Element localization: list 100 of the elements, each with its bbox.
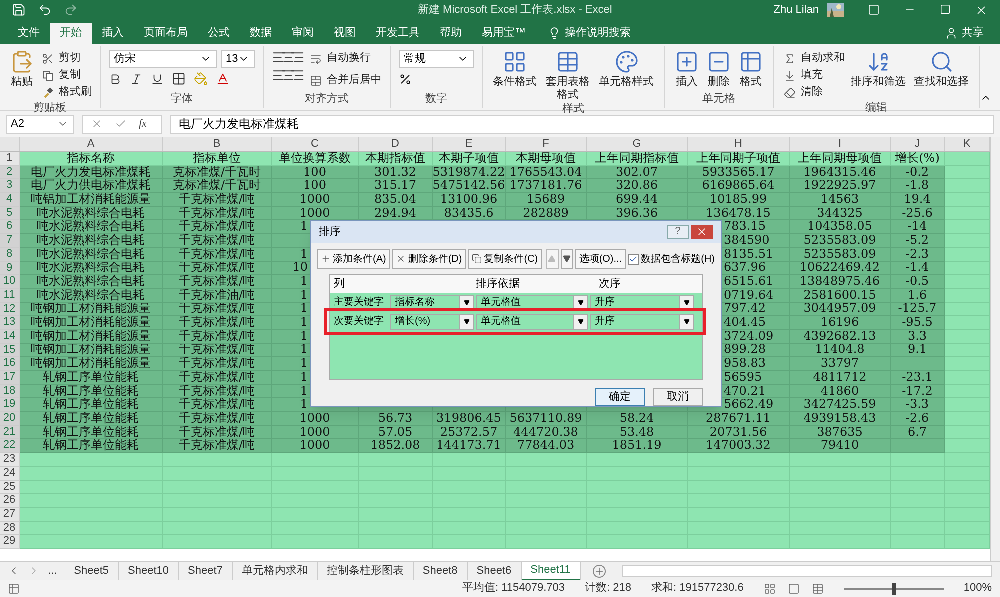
dropdown[interactable]: 升序 [590, 314, 694, 330]
check-icon[interactable] [115, 118, 127, 130]
dialog-toolbar-button[interactable]: 添加条件(A) [317, 249, 390, 269]
normal-view-icon[interactable] [764, 582, 776, 594]
bold-icon[interactable] [109, 72, 122, 86]
italic-icon[interactable] [130, 72, 143, 86]
column-header[interactable]: G [587, 137, 688, 151]
row-header[interactable]: 28 [0, 522, 20, 536]
column-header[interactable]: I [790, 137, 891, 151]
ribbon-tab[interactable]: 公式 [198, 23, 240, 44]
ribbon-tab[interactable]: 数据 [240, 23, 282, 44]
number-format-field[interactable]: 常规 [399, 50, 474, 68]
sheet-tab[interactable]: Sheet11 [522, 562, 581, 580]
row-header[interactable]: 10 [0, 275, 20, 289]
fill-color-icon[interactable] [194, 72, 208, 86]
row-header[interactable]: 26 [0, 494, 20, 508]
column-header[interactable]: E [433, 137, 506, 151]
editing-button[interactable]: 自动求和 [782, 50, 845, 67]
row-header[interactable]: 17 [0, 371, 20, 385]
move-down-button[interactable] [560, 249, 574, 269]
underline-icon[interactable] [151, 72, 164, 86]
row-header[interactable]: 2 [0, 166, 20, 180]
tell-me-field[interactable]: 操作说明搜索 [565, 25, 631, 42]
horizontal-scrollbar[interactable] [622, 565, 992, 577]
function-button[interactable]: fx [139, 116, 147, 132]
ribbon-tab[interactable]: 页面布局 [134, 23, 198, 44]
vertical-scrollbar[interactable] [990, 137, 1000, 561]
row-header[interactable]: 13 [0, 316, 20, 330]
row-header[interactable]: 23 [0, 453, 20, 467]
editing-button[interactable]: 查找和选择 [912, 50, 971, 89]
cells-button[interactable]: 格式 [737, 50, 765, 89]
alignment-button[interactable]: 自动换行 [308, 50, 382, 67]
formula-field[interactable]: 电厂火力发电标准煤耗 [170, 114, 994, 134]
ribbon-tab[interactable]: 易用宝™ [472, 23, 536, 44]
dialog-toolbar-button[interactable]: 复制条件(C) [468, 249, 542, 269]
style-button[interactable]: 套用表格格式 [543, 50, 593, 102]
column-header[interactable]: C [272, 137, 359, 151]
column-header[interactable]: F [506, 137, 587, 151]
column-header[interactable]: B [163, 137, 272, 151]
editing-button[interactable]: 清除 [782, 84, 845, 101]
font-size-field[interactable]: 13 [221, 50, 255, 68]
borders-icon[interactable] [172, 72, 186, 86]
clipboard-button[interactable]: 剪切 [40, 50, 92, 67]
percent-icon[interactable] [399, 73, 412, 86]
ribbon-tab[interactable]: 视图 [324, 23, 366, 44]
column-header[interactable]: A [20, 137, 163, 151]
help-button[interactable]: ? [667, 225, 689, 239]
zoom-level[interactable]: 100% [964, 580, 992, 597]
ok-button[interactable]: 确定 [595, 388, 645, 406]
row-header[interactable]: 24 [0, 466, 20, 480]
clipboard-button[interactable]: 复制 [40, 67, 92, 84]
row-header[interactable]: 12 [0, 302, 20, 316]
undo-icon[interactable] [38, 3, 52, 17]
ribbon-tab[interactable]: 文件 [8, 23, 50, 44]
row-header[interactable]: 9 [0, 262, 20, 276]
row-header[interactable]: 25 [0, 480, 20, 494]
add-sheet-icon[interactable] [592, 564, 606, 578]
editing-button[interactable]: 填充 [782, 67, 845, 84]
ribbon-tab[interactable]: 开发工具 [366, 23, 430, 44]
cells-button[interactable]: 插入 [673, 50, 701, 89]
row-header[interactable]: 3 [0, 179, 20, 194]
alignment-button[interactable]: 合并后居中 [308, 72, 382, 89]
row-header[interactable]: 16 [0, 357, 20, 371]
cancel-icon[interactable] [91, 118, 103, 130]
row-header[interactable]: 20 [0, 412, 20, 426]
editing-button[interactable]: 排序和筛选 [849, 50, 908, 89]
row-header[interactable]: 21 [0, 426, 20, 440]
style-button[interactable]: 条件格式 [491, 50, 539, 89]
ribbon-tab[interactable]: 开始 [50, 23, 92, 44]
cells-button[interactable]: 删除 [705, 50, 733, 89]
ribbon-tab[interactable]: 审阅 [282, 23, 324, 44]
font-color-icon[interactable] [216, 72, 230, 86]
paste-button[interactable]: 粘贴 [8, 50, 36, 89]
row-header[interactable]: 6 [0, 220, 20, 234]
dialog-toolbar-button[interactable]: 删除条件(D) [392, 249, 466, 269]
share-button[interactable]: 共享 [945, 23, 984, 44]
row-header[interactable]: 15 [0, 344, 20, 358]
save-icon[interactable] [12, 3, 26, 17]
ribbon-display-icon[interactable] [868, 4, 880, 16]
row-header[interactable]: 5 [0, 206, 20, 220]
more-sheets-button[interactable]: ... [48, 562, 58, 580]
clipboard-button[interactable]: 格式刷 [40, 84, 92, 101]
row-header[interactable]: 8 [0, 248, 20, 262]
row-header[interactable]: 1 [0, 152, 20, 166]
row-header[interactable]: 11 [0, 288, 20, 303]
options-button[interactable]: 选项(O)... [575, 249, 626, 269]
row-header[interactable]: 14 [0, 330, 20, 344]
row-header[interactable]: 22 [0, 439, 20, 454]
restore-icon[interactable] [940, 4, 951, 14]
close-button[interactable] [691, 225, 713, 239]
column-header[interactable]: D [359, 137, 433, 151]
column-header[interactable]: J [891, 137, 945, 151]
ribbon-tab[interactable]: 帮助 [430, 23, 472, 44]
row-header[interactable]: 29 [0, 535, 20, 549]
page-break-icon[interactable] [812, 582, 824, 594]
zoom-slider-thumb[interactable] [892, 582, 896, 594]
cancel-button[interactable]: 取消 [653, 388, 703, 406]
row-header[interactable]: 7 [0, 234, 20, 248]
dropdown[interactable]: 增长(%) [390, 314, 474, 330]
row-header[interactable]: 27 [0, 508, 20, 522]
